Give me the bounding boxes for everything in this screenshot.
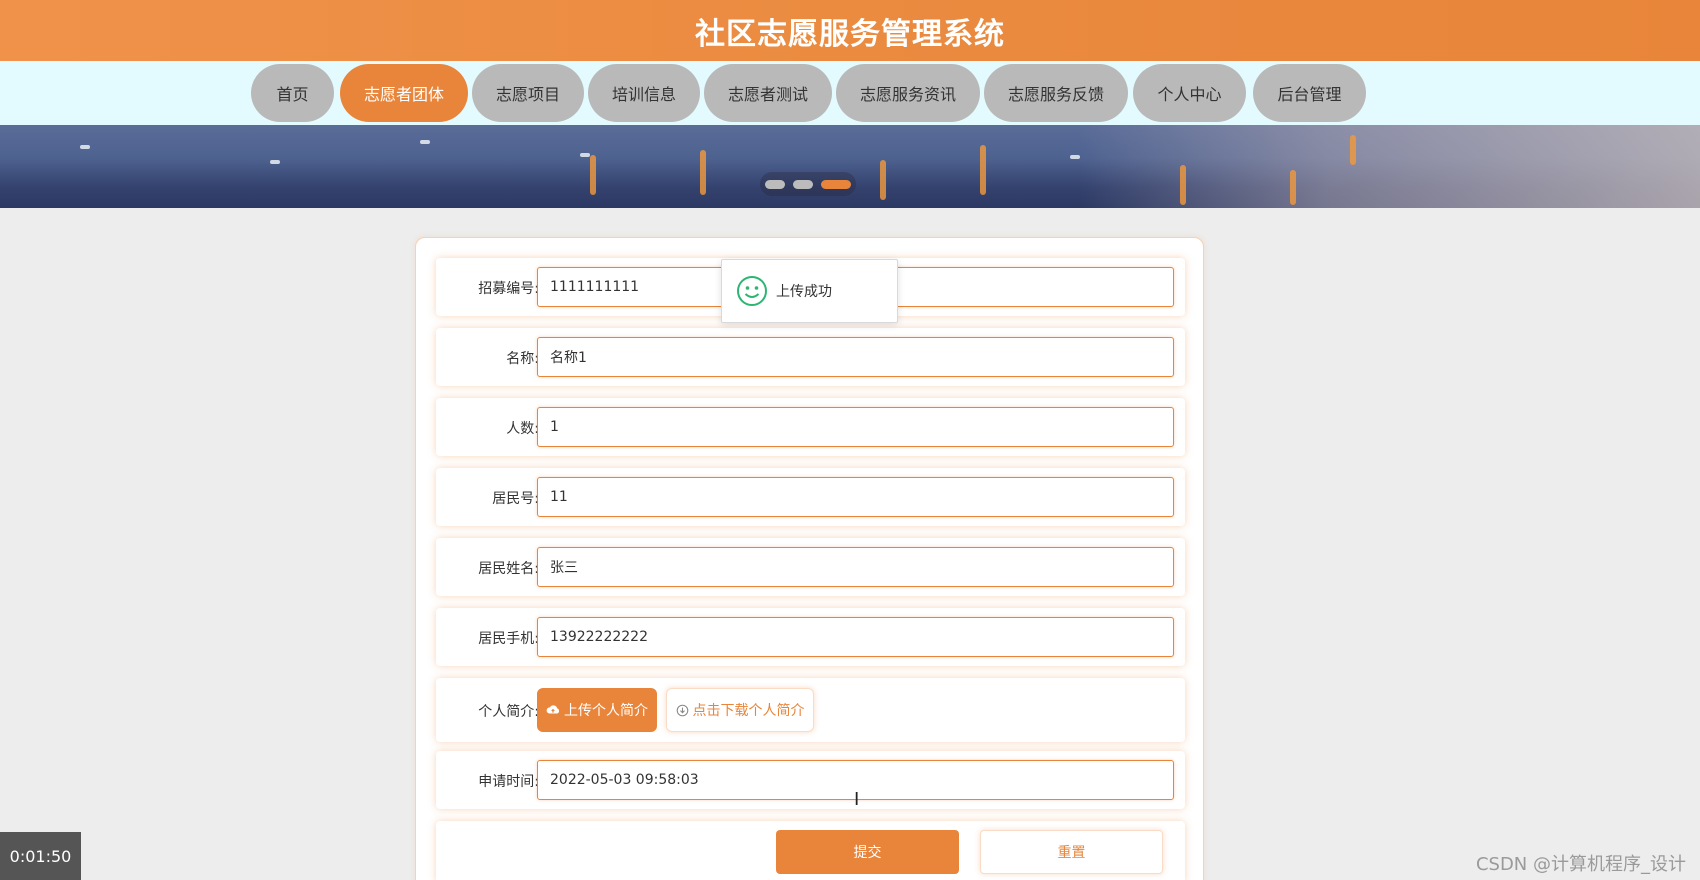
nav-item-admin[interactable]: 后台管理 [1253,64,1366,122]
form-row-actions: 提交 重置 [436,821,1185,880]
count-label: 人数: [506,421,539,437]
banner-light [700,150,706,195]
banner-boat [270,160,280,164]
form-row-apply-time: 申请时间: [436,751,1185,809]
count-input[interactable] [537,407,1174,447]
banner-image [0,125,1700,208]
banner-light [1180,165,1186,205]
banner-boat [420,140,430,144]
nav-item-personal-center[interactable]: 个人中心 [1133,64,1246,122]
upload-profile-button[interactable]: 上传个人简介 [537,688,657,732]
cloud-upload-icon [546,705,560,714]
nav-item-volunteer-project[interactable]: 志愿项目 [472,64,584,122]
main-nav: 首页 志愿者团体 志愿项目 培训信息 志愿者测试 志愿服务资讯 志愿服务反馈 个… [0,61,1700,125]
toast-message: 上传成功 [776,284,832,300]
banner-shoreline [1080,125,1700,208]
nav-item-volunteer-group[interactable]: 志愿者团体 [340,64,468,122]
name-label: 名称: [506,351,539,367]
carousel-dot-2[interactable] [793,179,813,189]
banner-boat [580,153,590,157]
reset-button[interactable]: 重置 [980,830,1163,874]
upload-profile-label: 上传个人简介 [564,703,648,719]
nav-item-training[interactable]: 培训信息 [588,64,700,122]
upload-success-toast: 上传成功 [721,259,898,323]
volunteer-group-form: 招募编号: 名称: 人数: 居民号: 居民姓名: 居民手机: 个人简介: 上传个… [415,237,1204,880]
banner-light [590,155,596,195]
carousel-indicators [760,172,856,196]
resident-no-label: 居民号: [492,491,539,507]
recruit-no-label: 招募编号: [478,281,539,297]
smile-icon [737,276,767,306]
download-profile-button[interactable]: 点击下载个人简介 [666,688,814,732]
download-profile-label: 点击下载个人简介 [692,703,805,719]
banner-boat [1070,155,1080,159]
banner-light [1290,170,1296,205]
carousel-dot-1[interactable] [765,179,785,189]
form-row-count: 人数: [436,398,1185,456]
recording-timer: 0:01:50 [0,832,81,880]
nav-item-service-feedback[interactable]: 志愿服务反馈 [984,64,1128,122]
name-input[interactable] [537,337,1174,377]
nav-item-home[interactable]: 首页 [251,64,334,122]
watermark: CSDN @计算机程序_设计 [1475,854,1686,875]
resident-phone-label: 居民手机: [478,631,539,647]
banner-light [980,145,986,195]
resident-name-input[interactable] [537,547,1174,587]
resident-name-label: 居民姓名: [478,561,539,577]
form-row-profile: 个人简介: 上传个人简介 点击下载个人简介 [436,678,1185,742]
nav-item-volunteer-test[interactable]: 志愿者测试 [704,64,832,122]
title-bar: 社区志愿服务管理系统 [0,0,1700,61]
text-cursor-icon: I [854,789,860,810]
apply-time-label: 申请时间: [478,774,539,790]
banner-light [1350,135,1356,165]
submit-button[interactable]: 提交 [776,830,959,874]
form-row-name: 名称: [436,328,1185,386]
profile-label: 个人简介: [478,704,539,720]
carousel-dot-3-active[interactable] [821,179,851,189]
form-row-resident-name: 居民姓名: [436,538,1185,596]
resident-no-input[interactable] [537,477,1174,517]
resident-phone-input[interactable] [537,617,1174,657]
form-row-resident-phone: 居民手机: [436,608,1185,666]
banner-light [880,160,886,200]
site-title: 社区志愿服务管理系统 [695,16,1005,52]
download-circle-icon [676,704,688,716]
nav-item-service-news[interactable]: 志愿服务资讯 [836,64,980,122]
banner-boat [80,145,90,149]
form-row-resident-no: 居民号: [436,468,1185,526]
